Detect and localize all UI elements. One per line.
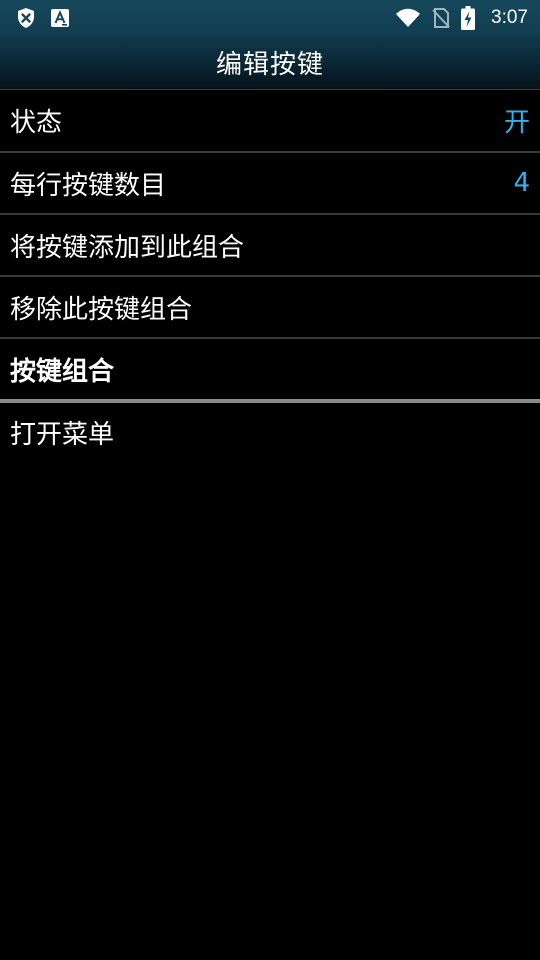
list-item-add-key[interactable]: 将按键添加到此组合 (0, 213, 540, 275)
list-item-keys-per-row[interactable]: 每行按键数目 4 (0, 151, 540, 213)
settings-list: 状态 开 每行按键数目 4 将按键添加到此组合 移除此按键组合 按键组合 打开菜… (0, 89, 540, 461)
no-sim-icon (431, 7, 451, 29)
status-bar: 3:07 (0, 0, 540, 36)
battery-charging-icon (461, 6, 476, 30)
list-item-label: 状态 (10, 108, 63, 138)
wifi-icon (395, 8, 421, 28)
list-item-status[interactable]: 状态 开 (0, 89, 540, 151)
status-left-icons (16, 7, 70, 29)
list-item-label: 打开菜单 (10, 419, 115, 450)
section-header-label: 按键组合 (10, 356, 115, 387)
status-right-icons: 3:07 (395, 6, 528, 30)
list-item-label: 移除此按键组合 (10, 294, 193, 325)
shield-x-icon (16, 7, 36, 29)
screen: 3:07 编辑按键 状态 开 每行按键数目 4 将按键添加到此组合 移除此按键组… (0, 0, 540, 960)
status-time: 3:07 (491, 7, 528, 28)
section-header-key-group: 按键组合 (0, 337, 540, 399)
list-item-label: 每行按键数目 (10, 170, 167, 201)
list-item-open-menu[interactable]: 打开菜单 (0, 399, 540, 461)
list-item-value: 开 (503, 108, 530, 138)
list-item-value: 4 (513, 168, 530, 198)
page-title: 编辑按键 (215, 50, 324, 80)
list-item-remove-group[interactable]: 移除此按键组合 (0, 275, 540, 337)
list-item-label: 将按键添加到此组合 (10, 232, 245, 263)
font-a-icon (50, 8, 70, 28)
title-bar: 编辑按键 (0, 36, 540, 89)
